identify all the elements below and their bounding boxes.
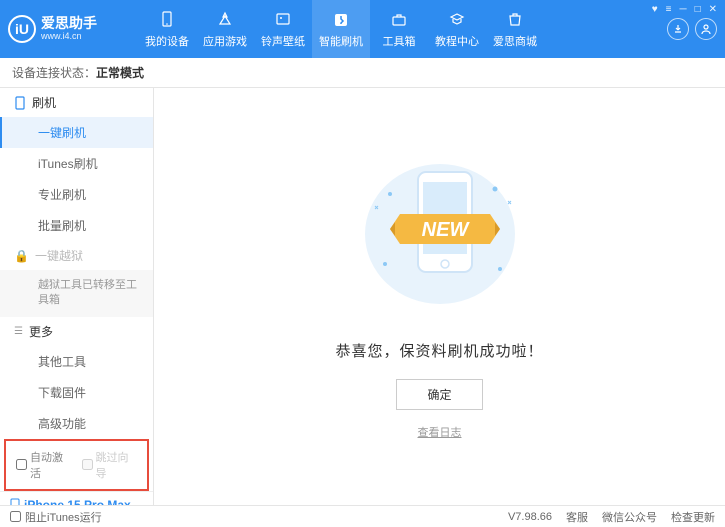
close-icon[interactable]: ✕ <box>709 4 717 15</box>
wallpaper-icon <box>273 10 293 30</box>
view-log-link[interactable]: 查看日志 <box>418 424 462 440</box>
store-icon <box>505 10 525 30</box>
sidebar-group-flash[interactable]: 刷机 <box>0 88 153 117</box>
footer: 阻止iTunes运行 V7.98.66 客服 微信公众号 检查更新 <box>0 505 725 527</box>
status-label: 设备连接状态： <box>12 64 96 81</box>
sidebar-item-pro[interactable]: 专业刷机 <box>0 179 153 210</box>
brand-name: 爱思助手 <box>41 16 97 31</box>
nav-tutorials[interactable]: 教程中心 <box>428 0 486 58</box>
maximize-icon[interactable]: □ <box>695 4 701 15</box>
logo[interactable]: iU 爱思助手 www.i4.cn <box>8 15 138 43</box>
nav-ringtones[interactable]: 铃声壁纸 <box>254 0 312 58</box>
device-info[interactable]: iPhone 15 Pro Max 512GB iPhone <box>0 491 153 505</box>
sidebar: 刷机 一键刷机 iTunes刷机 专业刷机 批量刷机 🔒 一键越狱 越狱工具已转… <box>0 88 154 505</box>
lock-icon: 🔒 <box>14 249 29 263</box>
nav-toolbox[interactable]: 工具箱 <box>370 0 428 58</box>
sidebar-group-jailbreak[interactable]: 🔒 一键越狱 <box>0 241 153 270</box>
main-content: NEW 恭喜您，保资料刷机成功啦！ 确定 查看日志 <box>154 88 725 505</box>
gift-icon[interactable]: ♥ <box>652 4 658 15</box>
block-itunes-checkbox[interactable]: 阻止iTunes运行 <box>10 509 102 525</box>
minimize-icon[interactable]: ─ <box>679 4 686 15</box>
top-nav: 我的设备 应用游戏 铃声壁纸 智能刷机 工具箱 教程中心 爱思商城 <box>138 0 544 58</box>
user-button[interactable] <box>695 18 717 40</box>
sidebar-item-batch[interactable]: 批量刷机 <box>0 210 153 241</box>
footer-support[interactable]: 客服 <box>566 509 588 525</box>
sidebar-item-download[interactable]: 下载固件 <box>0 377 153 408</box>
sidebar-item-other[interactable]: 其他工具 <box>0 346 153 377</box>
menu-icon[interactable]: ≡ <box>666 4 672 15</box>
chevron-icon: ☰ <box>14 326 23 337</box>
phone-icon <box>14 96 26 110</box>
nav-my-device[interactable]: 我的设备 <box>138 0 196 58</box>
footer-update[interactable]: 检查更新 <box>671 509 715 525</box>
toolbox-icon <box>389 10 409 30</box>
flash-icon <box>331 10 351 30</box>
highlighted-options: 自动激活 跳过向导 <box>4 439 149 491</box>
apps-icon <box>215 10 235 30</box>
svg-text:NEW: NEW <box>421 219 470 241</box>
footer-wechat[interactable]: 微信公众号 <box>602 509 657 525</box>
sidebar-group-more[interactable]: ☰ 更多 <box>0 317 153 346</box>
jailbreak-note: 越狱工具已转移至工具箱 <box>0 270 153 317</box>
skip-guide-checkbox[interactable]: 跳过向导 <box>82 449 138 481</box>
nav-flash[interactable]: 智能刷机 <box>312 0 370 58</box>
sidebar-item-advanced[interactable]: 高级功能 <box>0 408 153 439</box>
confirm-button[interactable]: 确定 <box>396 379 482 410</box>
device-icon <box>157 10 177 30</box>
status-value: 正常模式 <box>96 64 144 81</box>
device-phone-icon <box>10 498 20 505</box>
sidebar-item-oneclick[interactable]: 一键刷机 <box>0 117 153 148</box>
success-message: 恭喜您，保资料刷机成功啦！ <box>335 340 543 361</box>
brand-url: www.i4.cn <box>41 32 97 42</box>
header: iU 爱思助手 www.i4.cn 我的设备 应用游戏 铃声壁纸 智能刷机 工具… <box>0 0 725 58</box>
status-bar: 设备连接状态： 正常模式 <box>0 58 725 88</box>
nav-apps[interactable]: 应用游戏 <box>196 0 254 58</box>
version-label: V7.98.66 <box>508 511 552 523</box>
success-illustration: NEW <box>340 154 540 324</box>
download-button[interactable] <box>667 18 689 40</box>
auto-activate-checkbox[interactable]: 自动激活 <box>16 449 72 481</box>
tutorial-icon <box>447 10 467 30</box>
sidebar-item-itunes[interactable]: iTunes刷机 <box>0 148 153 179</box>
nav-store[interactable]: 爱思商城 <box>486 0 544 58</box>
logo-icon: iU <box>8 15 36 43</box>
